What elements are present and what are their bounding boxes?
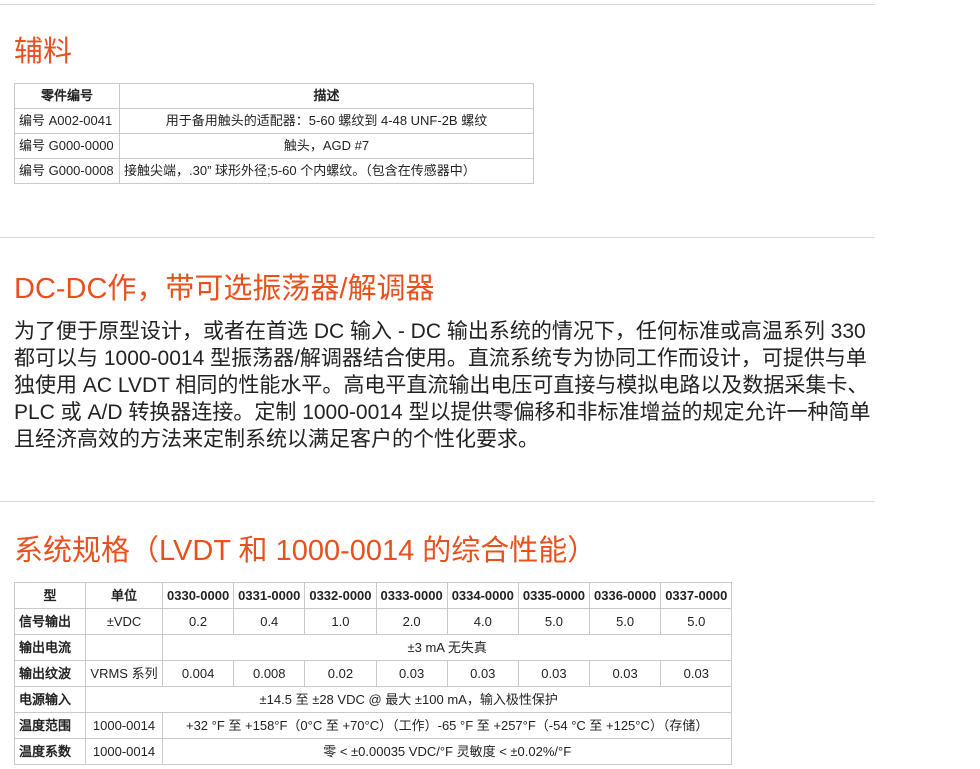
unit-cell: 1000-0014 <box>85 712 163 739</box>
section-title-system-spec: 系统规格（LVDT 和 1000-0014 的综合性能） <box>14 535 597 567</box>
part-number-cell: 编号 G000-0000 <box>14 133 120 159</box>
unit-cell: VRMS 系列 <box>85 660 163 687</box>
row-label: 温度系数 <box>14 738 86 765</box>
value-cell: 0.03 <box>589 660 662 687</box>
header-model: 0336-0000 <box>589 582 662 609</box>
description-cell: 触头，AGD #7 <box>119 133 534 159</box>
description-cell: 用于备用触头的适配器：5-60 螺纹到 4-48 UNF-2B 螺纹 <box>119 108 534 134</box>
unit-cell: 1000-0014 <box>85 738 163 765</box>
table-row: 温度范围 1000-0014 +32 °F 至 +158°F（0°C 至 +70… <box>14 712 733 739</box>
value-cell: 0.008 <box>233 660 306 687</box>
row-label: 电源输入 <box>14 686 86 713</box>
value-cell: 0.2 <box>161 608 235 635</box>
header-unit: 单位 <box>85 582 163 609</box>
table-row: 温度系数 1000-0014 零 < ±0.00035 VDC/°F 灵敏度 <… <box>14 738 733 765</box>
value-cell: 零 < ±0.00035 VDC/°F 灵敏度 < ±0.02%/°F <box>161 738 733 765</box>
value-cell: 5.0 <box>517 608 591 635</box>
value-cell: 2.0 <box>375 608 448 635</box>
table-row: 电源输入 ±14.5 至 ±28 VDC @ 最大 ±100 mA，输入极性保护 <box>14 686 733 713</box>
header-description: 描述 <box>119 83 534 109</box>
header-type: 型 <box>14 582 86 609</box>
value-cell: 5.0 <box>589 608 662 635</box>
table-row: 输出纹波 VRMS 系列 0.004 0.008 0.02 0.03 0.03 … <box>14 660 733 687</box>
value-cell: 0.02 <box>304 660 377 687</box>
value-cell: +32 °F 至 +158°F（0°C 至 +70°C）（工作）-65 °F 至… <box>161 712 733 739</box>
part-number-cell: 编号 A002-0041 <box>14 108 120 134</box>
header-model: 0337-0000 <box>660 582 733 609</box>
row-label: 输出电流 <box>14 634 86 661</box>
part-number-cell: 编号 G000-0008 <box>14 158 120 184</box>
header-model: 0334-0000 <box>446 582 519 609</box>
value-cell: 5.0 <box>660 608 733 635</box>
value-cell: 0.4 <box>233 608 306 635</box>
table-row: 输出电流 ±3 mA 无失真 <box>14 634 733 661</box>
header-model: 0331-0000 <box>233 582 306 609</box>
header-model: 0333-0000 <box>375 582 448 609</box>
header-model: 0335-0000 <box>517 582 591 609</box>
header-model: 0330-0000 <box>161 582 235 609</box>
dc-dc-description: 为了便于原型设计，或者在首选 DC 输入 - DC 输出系统的情况下，任何标准或… <box>14 320 871 451</box>
section-title-dc-dc: DC-DC作，带可选振荡器/解调器 <box>14 273 435 305</box>
divider-middle <box>0 237 875 238</box>
value-cell: 4.0 <box>446 608 519 635</box>
value-cell: ±3 mA 无失真 <box>161 634 733 661</box>
divider-top <box>0 4 875 5</box>
value-cell: 0.03 <box>446 660 519 687</box>
value-cell: 1.0 <box>304 608 377 635</box>
value-cell: ±14.5 至 ±28 VDC @ 最大 ±100 mA，输入极性保护 <box>84 686 733 713</box>
value-cell: 0.03 <box>375 660 448 687</box>
row-label: 信号输出 <box>14 608 86 635</box>
table-row: 信号输出 ±VDC 0.2 0.4 1.0 2.0 4.0 5.0 5.0 5.… <box>14 608 733 635</box>
row-label: 温度范围 <box>14 712 86 739</box>
unit-cell <box>85 634 163 661</box>
header-part-number: 零件编号 <box>14 83 120 109</box>
header-model: 0332-0000 <box>304 582 377 609</box>
description-cell: 接触尖端，.30” 球形外径;5-60 个内螺纹。（包含在传感器中） <box>119 158 534 184</box>
row-label: 输出纹波 <box>14 660 86 687</box>
table-row: 编号 G000-0000 触头，AGD #7 <box>14 133 534 159</box>
value-cell: 0.004 <box>161 660 235 687</box>
divider-bottom <box>0 501 875 502</box>
unit-cell: ±VDC <box>85 608 163 635</box>
table-row: 编号 A002-0041 用于备用触头的适配器：5-60 螺纹到 4-48 UN… <box>14 108 534 134</box>
accessories-table: 零件编号 描述 编号 A002-0041 用于备用触头的适配器：5-60 螺纹到… <box>14 83 534 184</box>
value-cell: 0.03 <box>517 660 591 687</box>
section-title-accessories: 辅料 <box>14 36 73 68</box>
table-header-row: 零件编号 描述 <box>14 83 534 109</box>
value-cell: 0.03 <box>660 660 733 687</box>
system-spec-table: 型 单位 0330-0000 0331-0000 0332-0000 0333-… <box>14 582 733 765</box>
table-header-row: 型 单位 0330-0000 0331-0000 0332-0000 0333-… <box>14 582 733 609</box>
table-row: 编号 G000-0008 接触尖端，.30” 球形外径;5-60 个内螺纹。（包… <box>14 158 534 184</box>
